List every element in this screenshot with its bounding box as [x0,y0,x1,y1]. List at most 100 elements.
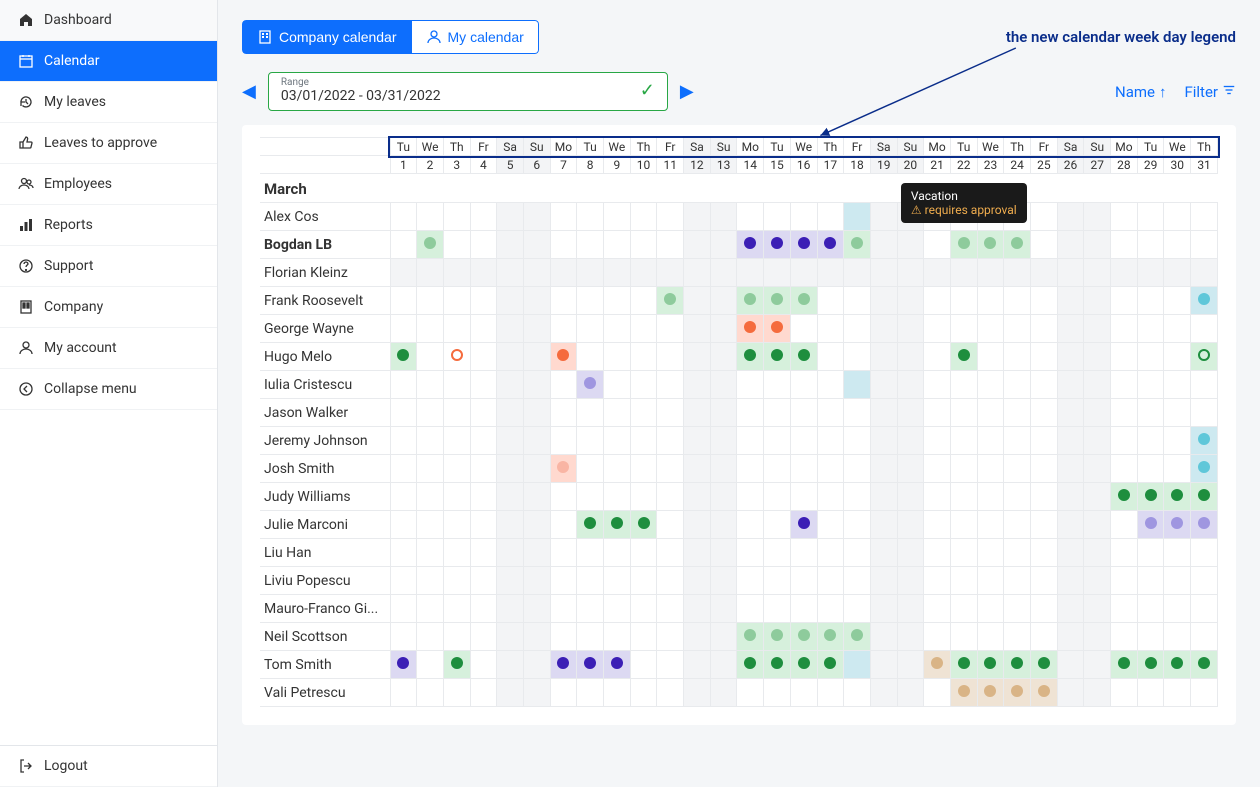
calendar-cell[interactable] [417,399,444,427]
calendar-cell[interactable] [737,371,764,399]
calendar-cell[interactable] [1111,343,1138,371]
calendar-cell[interactable] [523,455,550,483]
calendar-cell[interactable] [870,595,897,623]
calendar-cell[interactable] [417,203,444,231]
employee-name[interactable]: Julie Marconi [260,511,390,539]
calendar-cell[interactable] [1031,343,1058,371]
calendar-cell[interactable] [977,259,1004,287]
calendar-cell[interactable] [1031,511,1058,539]
calendar-cell[interactable] [1137,259,1164,287]
calendar-cell[interactable] [737,343,764,371]
calendar-cell[interactable] [764,539,791,567]
calendar-cell[interactable] [417,427,444,455]
calendar-cell[interactable] [817,511,844,539]
calendar-cell[interactable] [950,287,977,315]
calendar-cell[interactable] [443,567,470,595]
calendar-cell[interactable] [870,343,897,371]
calendar-cell[interactable] [870,483,897,511]
calendar-cell[interactable] [657,259,684,287]
calendar-cell[interactable] [737,567,764,595]
calendar-cell[interactable] [630,231,657,259]
calendar-cell[interactable] [1004,455,1031,483]
calendar-cell[interactable] [737,483,764,511]
calendar-cell[interactable] [684,651,711,679]
calendar-cell[interactable] [1084,567,1111,595]
calendar-cell[interactable] [550,623,577,651]
calendar-cell[interactable] [870,427,897,455]
calendar-cell[interactable] [417,455,444,483]
calendar-cell[interactable] [1004,623,1031,651]
employee-name[interactable]: Iulia Cristescu [260,371,390,399]
calendar-cell[interactable] [497,511,524,539]
calendar-cell[interactable] [443,595,470,623]
calendar-cell[interactable] [897,539,924,567]
calendar-cell[interactable] [1111,679,1138,707]
calendar-cell[interactable] [684,679,711,707]
calendar-cell[interactable] [630,259,657,287]
calendar-cell[interactable] [417,259,444,287]
calendar-cell[interactable] [1164,567,1191,595]
calendar-cell[interactable] [1191,455,1218,483]
calendar-cell[interactable] [1004,595,1031,623]
calendar-cell[interactable] [497,371,524,399]
calendar-cell[interactable] [897,231,924,259]
calendar-cell[interactable] [1164,539,1191,567]
calendar-cell[interactable] [604,511,631,539]
calendar-cell[interactable] [657,455,684,483]
calendar-cell[interactable] [1057,287,1084,315]
calendar-cell[interactable] [657,623,684,651]
calendar-cell[interactable] [737,427,764,455]
sidebar-logout[interactable]: Logout [0,745,217,787]
calendar-cell[interactable] [1137,231,1164,259]
sidebar-item-dashboard[interactable]: Dashboard [0,0,217,41]
calendar-cell[interactable] [844,539,871,567]
calendar-cell[interactable] [1137,371,1164,399]
calendar-cell[interactable] [710,455,737,483]
calendar-cell[interactable] [684,315,711,343]
calendar-cell[interactable] [1137,455,1164,483]
calendar-cell[interactable] [1031,539,1058,567]
calendar-cell[interactable] [577,203,604,231]
calendar-cell[interactable] [1084,623,1111,651]
calendar-cell[interactable] [550,203,577,231]
calendar-cell[interactable] [1191,483,1218,511]
calendar-cell[interactable] [470,259,497,287]
calendar-cell[interactable] [1164,371,1191,399]
calendar-cell[interactable] [684,371,711,399]
calendar-cell[interactable] [390,231,417,259]
calendar-cell[interactable] [897,511,924,539]
calendar-cell[interactable] [1111,427,1138,455]
calendar-cell[interactable] [710,259,737,287]
calendar-cell[interactable] [1031,567,1058,595]
calendar-cell[interactable] [844,371,871,399]
calendar-cell[interactable] [443,231,470,259]
employee-name[interactable]: Hugo Melo [260,343,390,371]
calendar-cell[interactable] [737,455,764,483]
calendar-cell[interactable] [1164,315,1191,343]
calendar-cell[interactable] [684,595,711,623]
calendar-cell[interactable] [844,595,871,623]
calendar-cell[interactable] [577,623,604,651]
calendar-cell[interactable] [924,679,951,707]
calendar-cell[interactable] [817,343,844,371]
calendar-cell[interactable] [1057,679,1084,707]
calendar-cell[interactable] [550,455,577,483]
calendar-cell[interactable] [1111,539,1138,567]
calendar-cell[interactable] [523,623,550,651]
calendar-cell[interactable] [523,539,550,567]
calendar-cell[interactable] [577,511,604,539]
calendar-cell[interactable] [443,427,470,455]
calendar-cell[interactable] [684,567,711,595]
calendar-cell[interactable] [1137,427,1164,455]
calendar-cell[interactable] [1057,315,1084,343]
calendar-cell[interactable] [1031,371,1058,399]
calendar-cell[interactable] [1057,483,1084,511]
calendar-cell[interactable] [737,651,764,679]
calendar-cell[interactable] [1111,315,1138,343]
tab-company-calendar[interactable]: Company calendar [242,20,412,54]
calendar-cell[interactable] [1031,427,1058,455]
calendar-cell[interactable] [604,455,631,483]
calendar-cell[interactable] [550,259,577,287]
calendar-cell[interactable] [523,259,550,287]
calendar-cell[interactable] [737,679,764,707]
